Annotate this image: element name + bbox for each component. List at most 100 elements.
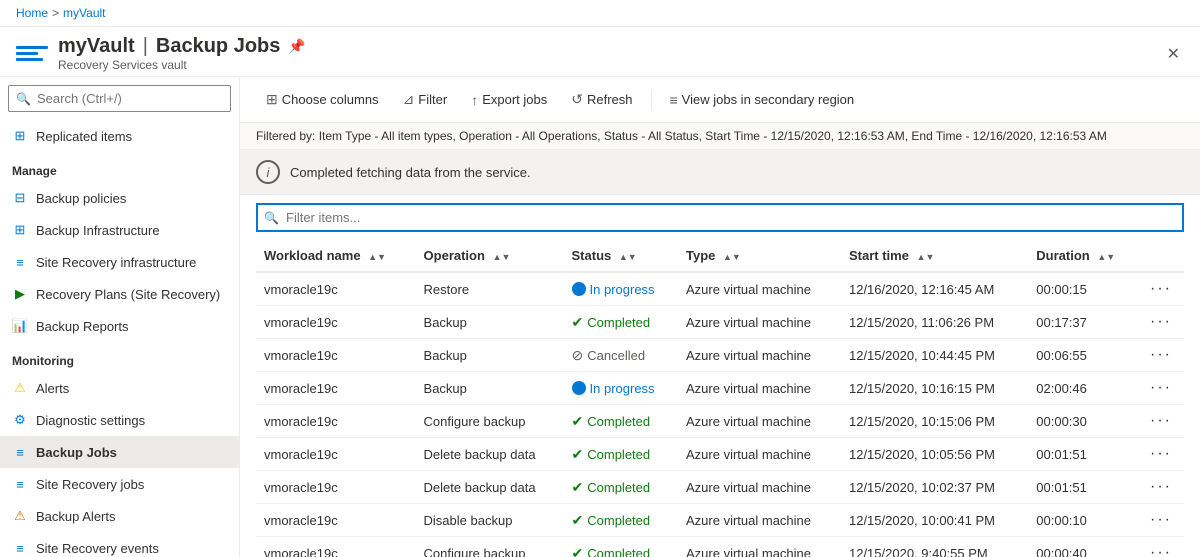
info-icon: i xyxy=(256,160,280,184)
sidebar-item-backup-infrastructure[interactable]: ⊞ Backup Infrastructure xyxy=(0,214,239,246)
site-recovery-infrastructure-icon: ≡ xyxy=(12,254,28,270)
recovery-plans-icon: ▶ xyxy=(12,286,28,302)
more-actions-button[interactable]: ··· xyxy=(1146,313,1176,331)
more-actions-button[interactable]: ··· xyxy=(1146,511,1176,529)
cell-more[interactable]: ··· xyxy=(1138,405,1184,438)
cell-type: Azure virtual machine xyxy=(678,405,841,438)
sidebar-item-recovery-plans[interactable]: ▶ Recovery Plans (Site Recovery) xyxy=(0,278,239,310)
sidebar-item-alerts[interactable]: ⚠ Alerts xyxy=(0,372,239,404)
table-row: vmoracle19c Delete backup data ✔ Complet… xyxy=(256,471,1184,504)
more-actions-button[interactable]: ··· xyxy=(1146,346,1176,364)
cell-status: ✔ Completed xyxy=(564,405,678,438)
cell-operation: Delete backup data xyxy=(416,438,564,471)
table-row: vmoracle19c Backup ⊘ Cancelled Azure vir… xyxy=(256,339,1184,372)
more-actions-button[interactable]: ··· xyxy=(1146,412,1176,430)
cell-status: In progress xyxy=(564,372,678,405)
cell-workload: vmoracle19c xyxy=(256,438,416,471)
export-jobs-button[interactable]: ↑ Export jobs xyxy=(461,86,557,114)
sort-status-icon: ▲▼ xyxy=(619,252,637,262)
filter-button[interactable]: ⊿ Filter xyxy=(393,85,458,114)
cell-operation: Configure backup xyxy=(416,537,564,557)
pin-icon[interactable]: 📌 xyxy=(288,38,305,55)
site-recovery-jobs-icon: ≡ xyxy=(12,476,28,492)
sidebar-item-site-recovery-events[interactable]: ≡ Site Recovery events xyxy=(0,532,239,557)
sort-type-icon: ▲▼ xyxy=(723,252,741,262)
cell-workload: vmoracle19c xyxy=(256,471,416,504)
cell-more[interactable]: ··· xyxy=(1138,272,1184,306)
cell-type: Azure virtual machine xyxy=(678,372,841,405)
refresh-icon: ↺ xyxy=(571,91,583,108)
cell-operation: Disable backup xyxy=(416,504,564,537)
col-actions xyxy=(1138,240,1184,272)
cell-workload: vmoracle19c xyxy=(256,537,416,557)
sort-workload-icon: ▲▼ xyxy=(368,252,386,262)
sidebar-item-backup-jobs[interactable]: ≡ Backup Jobs xyxy=(0,436,239,468)
backup-reports-icon: 📊 xyxy=(12,318,28,334)
col-type[interactable]: Type ▲▼ xyxy=(678,240,841,272)
sidebar-item-site-recovery-infrastructure[interactable]: ≡ Site Recovery infrastructure xyxy=(0,246,239,278)
close-button[interactable]: ✕ xyxy=(1163,40,1184,68)
sidebar-item-backup-reports[interactable]: 📊 Backup Reports xyxy=(0,310,239,342)
sort-start-time-icon: ▲▼ xyxy=(917,252,935,262)
cell-start-time: 12/15/2020, 9:40:55 PM xyxy=(841,537,1028,557)
cell-more[interactable]: ··· xyxy=(1138,471,1184,504)
cell-type: Azure virtual machine xyxy=(678,339,841,372)
page-title-separator: | xyxy=(143,35,148,58)
more-actions-button[interactable]: ··· xyxy=(1146,280,1176,298)
cell-more[interactable]: ··· xyxy=(1138,504,1184,537)
col-workload-name[interactable]: Workload name ▲▼ xyxy=(256,240,416,272)
cell-duration: 02:00:46 xyxy=(1028,372,1138,405)
cell-start-time: 12/15/2020, 10:15:06 PM xyxy=(841,405,1028,438)
more-actions-button[interactable]: ··· xyxy=(1146,445,1176,463)
col-status[interactable]: Status ▲▼ xyxy=(564,240,678,272)
sidebar-item-replicated-items[interactable]: ⊞ Replicated items xyxy=(0,120,239,152)
table-row: vmoracle19c Delete backup data ✔ Complet… xyxy=(256,438,1184,471)
more-actions-button[interactable]: ··· xyxy=(1146,478,1176,496)
view-jobs-secondary-button[interactable]: ≡ View jobs in secondary region xyxy=(660,86,865,114)
cell-more[interactable]: ··· xyxy=(1138,306,1184,339)
filter-items-input[interactable] xyxy=(256,203,1184,232)
more-actions-button[interactable]: ··· xyxy=(1146,379,1176,397)
cell-type: Azure virtual machine xyxy=(678,438,841,471)
page-subtitle: Recovery Services vault xyxy=(58,58,306,72)
cell-duration: 00:00:10 xyxy=(1028,504,1138,537)
sort-operation-icon: ▲▼ xyxy=(493,252,511,262)
more-actions-button[interactable]: ··· xyxy=(1146,544,1176,557)
list-icon: ≡ xyxy=(670,92,678,108)
cell-start-time: 12/15/2020, 10:05:56 PM xyxy=(841,438,1028,471)
cell-status: ✔ Completed xyxy=(564,537,678,557)
breadcrumb-vault[interactable]: myVault xyxy=(63,6,105,20)
col-operation[interactable]: Operation ▲▼ xyxy=(416,240,564,272)
cell-more[interactable]: ··· xyxy=(1138,438,1184,471)
site-recovery-events-icon: ≡ xyxy=(12,540,28,556)
refresh-button[interactable]: ↺ Refresh xyxy=(561,85,642,114)
sidebar-item-diagnostic-settings[interactable]: ⚙ Diagnostic settings xyxy=(0,404,239,436)
alerts-icon: ⚠ xyxy=(12,380,28,396)
cell-status: ✔ Completed xyxy=(564,306,678,339)
page-title: Backup Jobs xyxy=(156,35,280,58)
cell-operation: Delete backup data xyxy=(416,471,564,504)
cell-status: ✔ Completed xyxy=(564,471,678,504)
cell-more[interactable]: ··· xyxy=(1138,339,1184,372)
cell-more[interactable]: ··· xyxy=(1138,537,1184,557)
cell-more[interactable]: ··· xyxy=(1138,372,1184,405)
backup-jobs-icon: ≡ xyxy=(12,444,28,460)
sidebar-item-backup-policies[interactable]: ⊟ Backup policies xyxy=(0,182,239,214)
choose-columns-button[interactable]: ⊞ Choose columns xyxy=(256,85,389,114)
cell-duration: 00:01:51 xyxy=(1028,471,1138,504)
diagnostic-icon: ⚙ xyxy=(12,412,28,428)
cell-operation: Restore xyxy=(416,272,564,306)
sidebar-item-site-recovery-jobs[interactable]: ≡ Site Recovery jobs xyxy=(0,468,239,500)
col-duration[interactable]: Duration ▲▼ xyxy=(1028,240,1138,272)
search-input[interactable] xyxy=(8,85,231,112)
cell-workload: vmoracle19c xyxy=(256,504,416,537)
cell-operation: Configure backup xyxy=(416,405,564,438)
info-banner: i Completed fetching data from the servi… xyxy=(240,150,1200,195)
col-start-time[interactable]: Start time ▲▼ xyxy=(841,240,1028,272)
filter-bar: Filtered by: Item Type - All item types,… xyxy=(240,123,1200,150)
cell-type: Azure virtual machine xyxy=(678,272,841,306)
jobs-table: Workload name ▲▼ Operation ▲▼ Status ▲▼ xyxy=(256,240,1184,557)
breadcrumb-home[interactable]: Home xyxy=(16,6,48,20)
sidebar-item-backup-alerts[interactable]: ⚠ Backup Alerts xyxy=(0,500,239,532)
cell-type: Azure virtual machine xyxy=(678,537,841,557)
